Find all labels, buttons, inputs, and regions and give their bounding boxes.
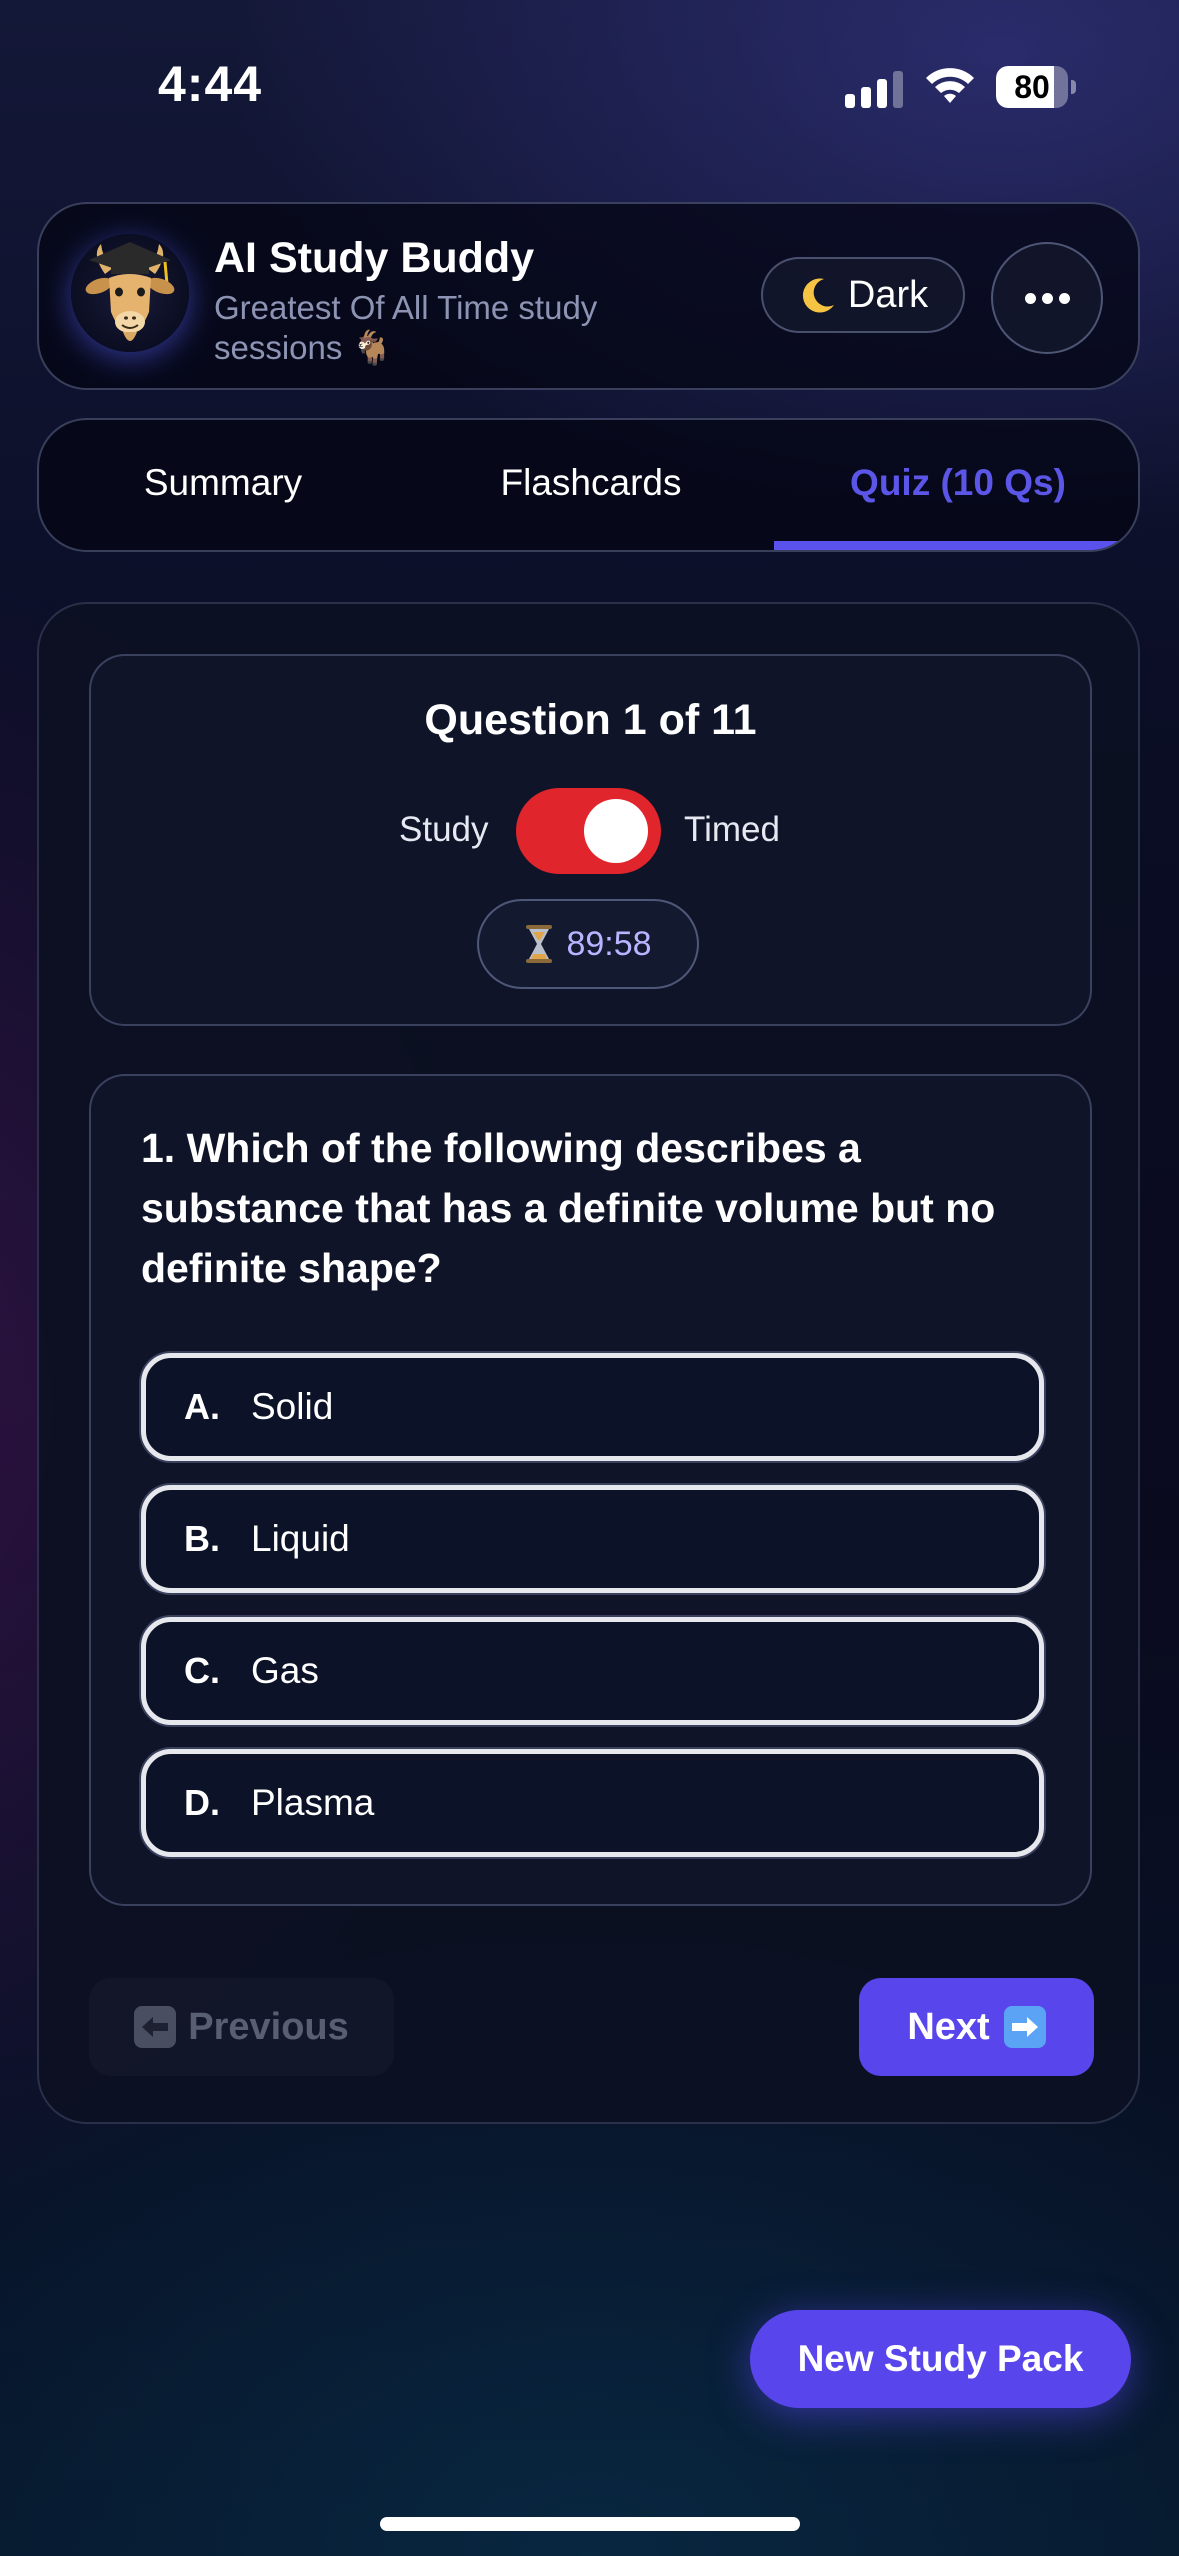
tab-flashcards[interactable]: Flashcards	[407, 420, 775, 550]
study-timed-toggle[interactable]	[516, 788, 661, 874]
more-options-button[interactable]	[991, 242, 1103, 354]
question-status-panel: Question 1 of 11 Study Timed 89:58	[89, 654, 1092, 1026]
question-counter: Question 1 of 11	[424, 696, 757, 744]
timer-badge: 89:58	[477, 899, 699, 989]
app-header: AI Study Buddy Greatest Of All Time stud…	[37, 202, 1140, 390]
study-mode-label: Study	[399, 810, 489, 849]
battery-icon: 80	[996, 66, 1076, 108]
theme-toggle-button[interactable]: Dark	[761, 257, 965, 333]
moon-icon	[798, 275, 838, 315]
wifi-icon	[922, 62, 978, 108]
more-dots-icon	[1024, 292, 1036, 304]
answer-option-c[interactable]: C. Gas	[141, 1617, 1044, 1725]
answer-option-b[interactable]: B. Liquid	[141, 1485, 1044, 1593]
tab-bar: Summary Flashcards Quiz (10 Qs)	[37, 418, 1140, 552]
option-text: Solid	[251, 1386, 334, 1427]
previous-label: Previous	[188, 2005, 349, 2048]
toggle-knob	[584, 799, 648, 863]
option-letter: C.	[184, 1650, 220, 1691]
option-text: Plasma	[251, 1782, 375, 1823]
next-label: Next	[907, 2005, 990, 2048]
left-arrow-icon	[134, 2006, 177, 2048]
cellular-signal-icon	[845, 68, 905, 108]
question-text: 1. Which of the following describes a su…	[141, 1125, 996, 1291]
app-subtitle: Greatest Of All Time study sessions 🐐	[214, 289, 598, 366]
option-letter: B.	[184, 1518, 220, 1559]
answer-option-a[interactable]: A. Solid	[141, 1353, 1044, 1461]
goat-graduate-avatar	[71, 234, 189, 352]
app-title: AI Study Buddy	[214, 234, 535, 282]
status-bar: 4:44 80	[0, 0, 1179, 170]
battery-level: 80	[1014, 69, 1050, 105]
quiz-card: Question 1 of 11 Study Timed 89:58 1. Wh…	[37, 602, 1140, 2124]
active-tab-indicator	[774, 541, 1138, 550]
tab-quiz[interactable]: Quiz (10 Qs)	[774, 420, 1138, 550]
timed-mode-label: Timed	[684, 810, 780, 849]
mode-row: Study Timed	[91, 788, 1090, 874]
home-indicator[interactable]	[380, 2517, 800, 2531]
option-text: Liquid	[251, 1518, 350, 1559]
option-letter: D.	[184, 1782, 220, 1823]
option-text: Gas	[251, 1650, 319, 1691]
timer-text: 89:58	[566, 924, 652, 963]
tab-summary[interactable]: Summary	[39, 420, 407, 550]
more-dot	[1058, 292, 1070, 304]
previous-button[interactable]: Previous	[89, 1978, 394, 2076]
question-body: 1. Which of the following describes a su…	[89, 1074, 1092, 1906]
hourglass-icon	[524, 924, 554, 964]
answer-option-d[interactable]: D. Plasma	[141, 1749, 1044, 1857]
next-button[interactable]: Next	[859, 1978, 1094, 2076]
new-study-pack-button[interactable]: New Study Pack	[750, 2310, 1131, 2408]
more-dot	[1041, 292, 1053, 304]
right-arrow-icon	[1003, 2006, 1046, 2048]
theme-label: Dark	[847, 273, 929, 316]
status-time: 4:44	[158, 56, 263, 112]
option-letter: A.	[184, 1386, 220, 1427]
